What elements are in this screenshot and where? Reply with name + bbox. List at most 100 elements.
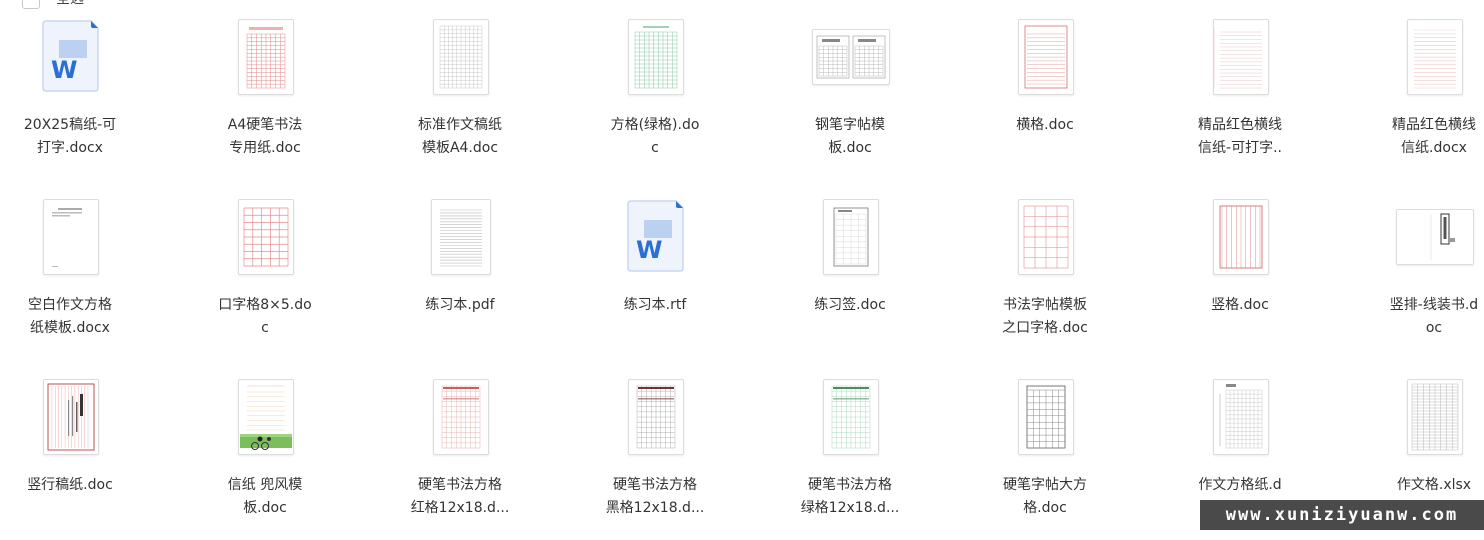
file-name[interactable]: 精品红色横线 信纸-可打字.. (1170, 114, 1310, 160)
file-name[interactable]: 练习本.rtf (585, 294, 725, 317)
file-name-line-2: 之口字格.doc (1002, 320, 1088, 336)
file-name-line-1: 竖行稿纸.doc (27, 477, 113, 493)
file-name[interactable]: 作文方格纸.d (1170, 474, 1310, 497)
file-name-line-1: 空白作文方格 (28, 297, 112, 313)
vertical-writing-thumbnail (43, 379, 99, 455)
file-name-line-1: 书法字帖模板 (1003, 297, 1087, 313)
file-name-line-1: 练习本.pdf (425, 297, 495, 313)
file-name[interactable]: 硬笔书法方格 黑格12x18.d... (585, 474, 725, 520)
file-name-line-2: c (651, 140, 659, 156)
file-item[interactable]: 精品红色横线 信纸.docx (1364, 10, 1484, 180)
file-item[interactable]: 钢笔字帖模 板.doc (780, 10, 920, 180)
file-name-line-2: oc (1425, 320, 1443, 336)
file-name-line-2: c (261, 320, 269, 336)
file-name-line-1: 精品红色横线 (1392, 117, 1476, 133)
file-item[interactable]: 信纸 兜风模 板.doc (195, 370, 335, 540)
file-name-line-2: 板.doc (243, 500, 287, 516)
file-name[interactable]: 作文格.xlsx (1364, 474, 1484, 497)
file-name[interactable]: 信纸 兜风模 板.doc (195, 474, 335, 520)
green-practice-grid-thumbnail (823, 379, 879, 455)
dark-practice-grid-thumbnail (628, 379, 684, 455)
file-name[interactable]: 书法字帖模板 之口字格.doc (975, 294, 1115, 340)
file-name-line-2: 信纸.docx (1401, 140, 1467, 156)
file-name[interactable]: 竖格.doc (1170, 294, 1310, 317)
file-name[interactable]: 硬笔书法方格 绿格12x18.d... (780, 474, 920, 520)
file-name[interactable]: 精品红色横线 信纸.docx (1364, 114, 1484, 160)
file-name-line-2: 红格12x18.d... (410, 500, 510, 516)
file-name-line-1: 标准作文稿纸 (418, 117, 502, 133)
file-name[interactable]: 硬笔字帖大方 格.doc (975, 474, 1115, 520)
gray-grid-thumbnail (433, 19, 489, 95)
file-name-line-1: 精品红色横线 (1198, 117, 1282, 133)
file-item[interactable]: 练习签.doc (780, 190, 920, 360)
file-item[interactable]: 硬笔书法方格 黑格12x18.d... (585, 370, 725, 540)
select-all-checkbox[interactable] (22, 0, 40, 9)
essay-grid-thumbnail (1213, 379, 1269, 455)
file-name-line-1: 20X25稿纸-可 (23, 117, 117, 133)
file-name-line-1: 练习本.rtf (623, 297, 687, 313)
blank-essay-thumbnail (43, 199, 99, 275)
calligraphy-grid-thumbnail (1018, 199, 1074, 275)
file-name[interactable]: 钢笔字帖模 板.doc (780, 114, 920, 160)
file-item[interactable]: 硬笔书法方格 红格12x18.d... (390, 370, 530, 540)
file-name[interactable]: 练习签.doc (780, 294, 920, 317)
file-item[interactable]: A4硬笔书法 专用纸.doc (195, 10, 335, 180)
large-grid-thumbnail (1018, 379, 1074, 455)
file-name[interactable]: 标准作文稿纸 模板A4.doc (390, 114, 530, 160)
file-name-line-1: 竖排-线装书.d (1389, 297, 1479, 313)
file-item[interactable]: W 练习本.rtf (585, 190, 725, 360)
file-name[interactable]: 横格.doc (975, 114, 1115, 137)
file-item[interactable]: 方格(绿格).do c (585, 10, 725, 180)
select-all-label: 全选 (56, 0, 84, 8)
practice-grid-thumbnail (823, 199, 879, 275)
file-item[interactable]: 硬笔字帖大方 格.doc (975, 370, 1115, 540)
file-item[interactable]: 练习本.pdf (390, 190, 530, 360)
file-name[interactable]: 竖排-线装书.d oc (1364, 294, 1484, 340)
file-item[interactable]: 竖排-线装书.d oc (1364, 190, 1484, 360)
file-name-line-1: 硬笔字帖大方 (1003, 477, 1087, 493)
file-name[interactable]: 硬笔书法方格 红格12x18.d... (390, 474, 530, 520)
two-page-thumbnail (812, 29, 890, 85)
file-name-line-1: 硬笔书法方格 (613, 477, 697, 493)
file-name[interactable]: 口字格8×5.do c (195, 294, 335, 340)
light-red-lined-thumbnail (1407, 19, 1463, 95)
file-name-line-1: 硬笔书法方格 (418, 477, 502, 493)
file-name-line-2: 黑格12x18.d... (605, 500, 705, 516)
file-item[interactable]: 竖行稿纸.doc (0, 370, 140, 540)
file-name-line-1: 作文方格纸.d (1198, 477, 1282, 493)
gray-lines-thumbnail (431, 199, 491, 275)
file-name-line-2: 纸模板.docx (30, 320, 110, 336)
file-item[interactable]: 硬笔书法方格 绿格12x18.d... (780, 370, 920, 540)
file-name[interactable]: 方格(绿格).do c (585, 114, 725, 160)
letter-paper-thumbnail (238, 379, 294, 455)
file-item[interactable]: 标准作文稿纸 模板A4.doc (390, 10, 530, 180)
file-item[interactable]: 竖格.doc (1170, 190, 1310, 360)
landscape-book-thumbnail (1396, 209, 1474, 265)
green-grid-thumbnail (628, 19, 684, 95)
spreadsheet-grid-thumbnail (1407, 379, 1463, 455)
file-name-line-1: 横格.doc (1016, 117, 1074, 133)
toolbar: 全选 (0, 0, 1484, 10)
file-item[interactable]: 精品红色横线 信纸-可打字.. (1170, 10, 1310, 180)
file-item[interactable]: 口字格8×5.do c (195, 190, 335, 360)
file-name[interactable]: 练习本.pdf (390, 294, 530, 317)
file-item[interactable]: 书法字帖模板 之口字格.doc (975, 190, 1115, 360)
file-name-line-1: 方格(绿格).do (610, 117, 700, 133)
file-item[interactable]: W 20X25稿纸-可 打字.docx (0, 10, 140, 180)
file-name[interactable]: A4硬笔书法 专用纸.doc (195, 114, 335, 160)
file-item[interactable]: 横格.doc (975, 10, 1115, 180)
file-name-line-1: 竖格.doc (1211, 297, 1269, 313)
file-name-line-2: 打字.docx (37, 140, 103, 156)
file-item[interactable]: 空白作文方格 纸模板.docx (0, 190, 140, 360)
file-name-line-2: 绿格12x18.d... (800, 500, 900, 516)
file-name[interactable]: 20X25稿纸-可 打字.docx (0, 114, 140, 160)
big-red-grid-thumbnail (238, 199, 294, 275)
file-name-line-1: 口字格8×5.do (218, 297, 312, 313)
file-name[interactable]: 空白作文方格 纸模板.docx (0, 294, 140, 340)
watermark: www.xuniziyuanw.com (1200, 500, 1484, 530)
file-name[interactable]: 竖行稿纸.doc (0, 474, 140, 497)
vertical-lined-thumbnail (1213, 199, 1269, 275)
file-name-line-2: 专用纸.doc (229, 140, 301, 156)
file-name-line-2: 信纸-可打字.. (1198, 140, 1282, 156)
file-name-line-1: 作文格.xlsx (1396, 477, 1472, 493)
